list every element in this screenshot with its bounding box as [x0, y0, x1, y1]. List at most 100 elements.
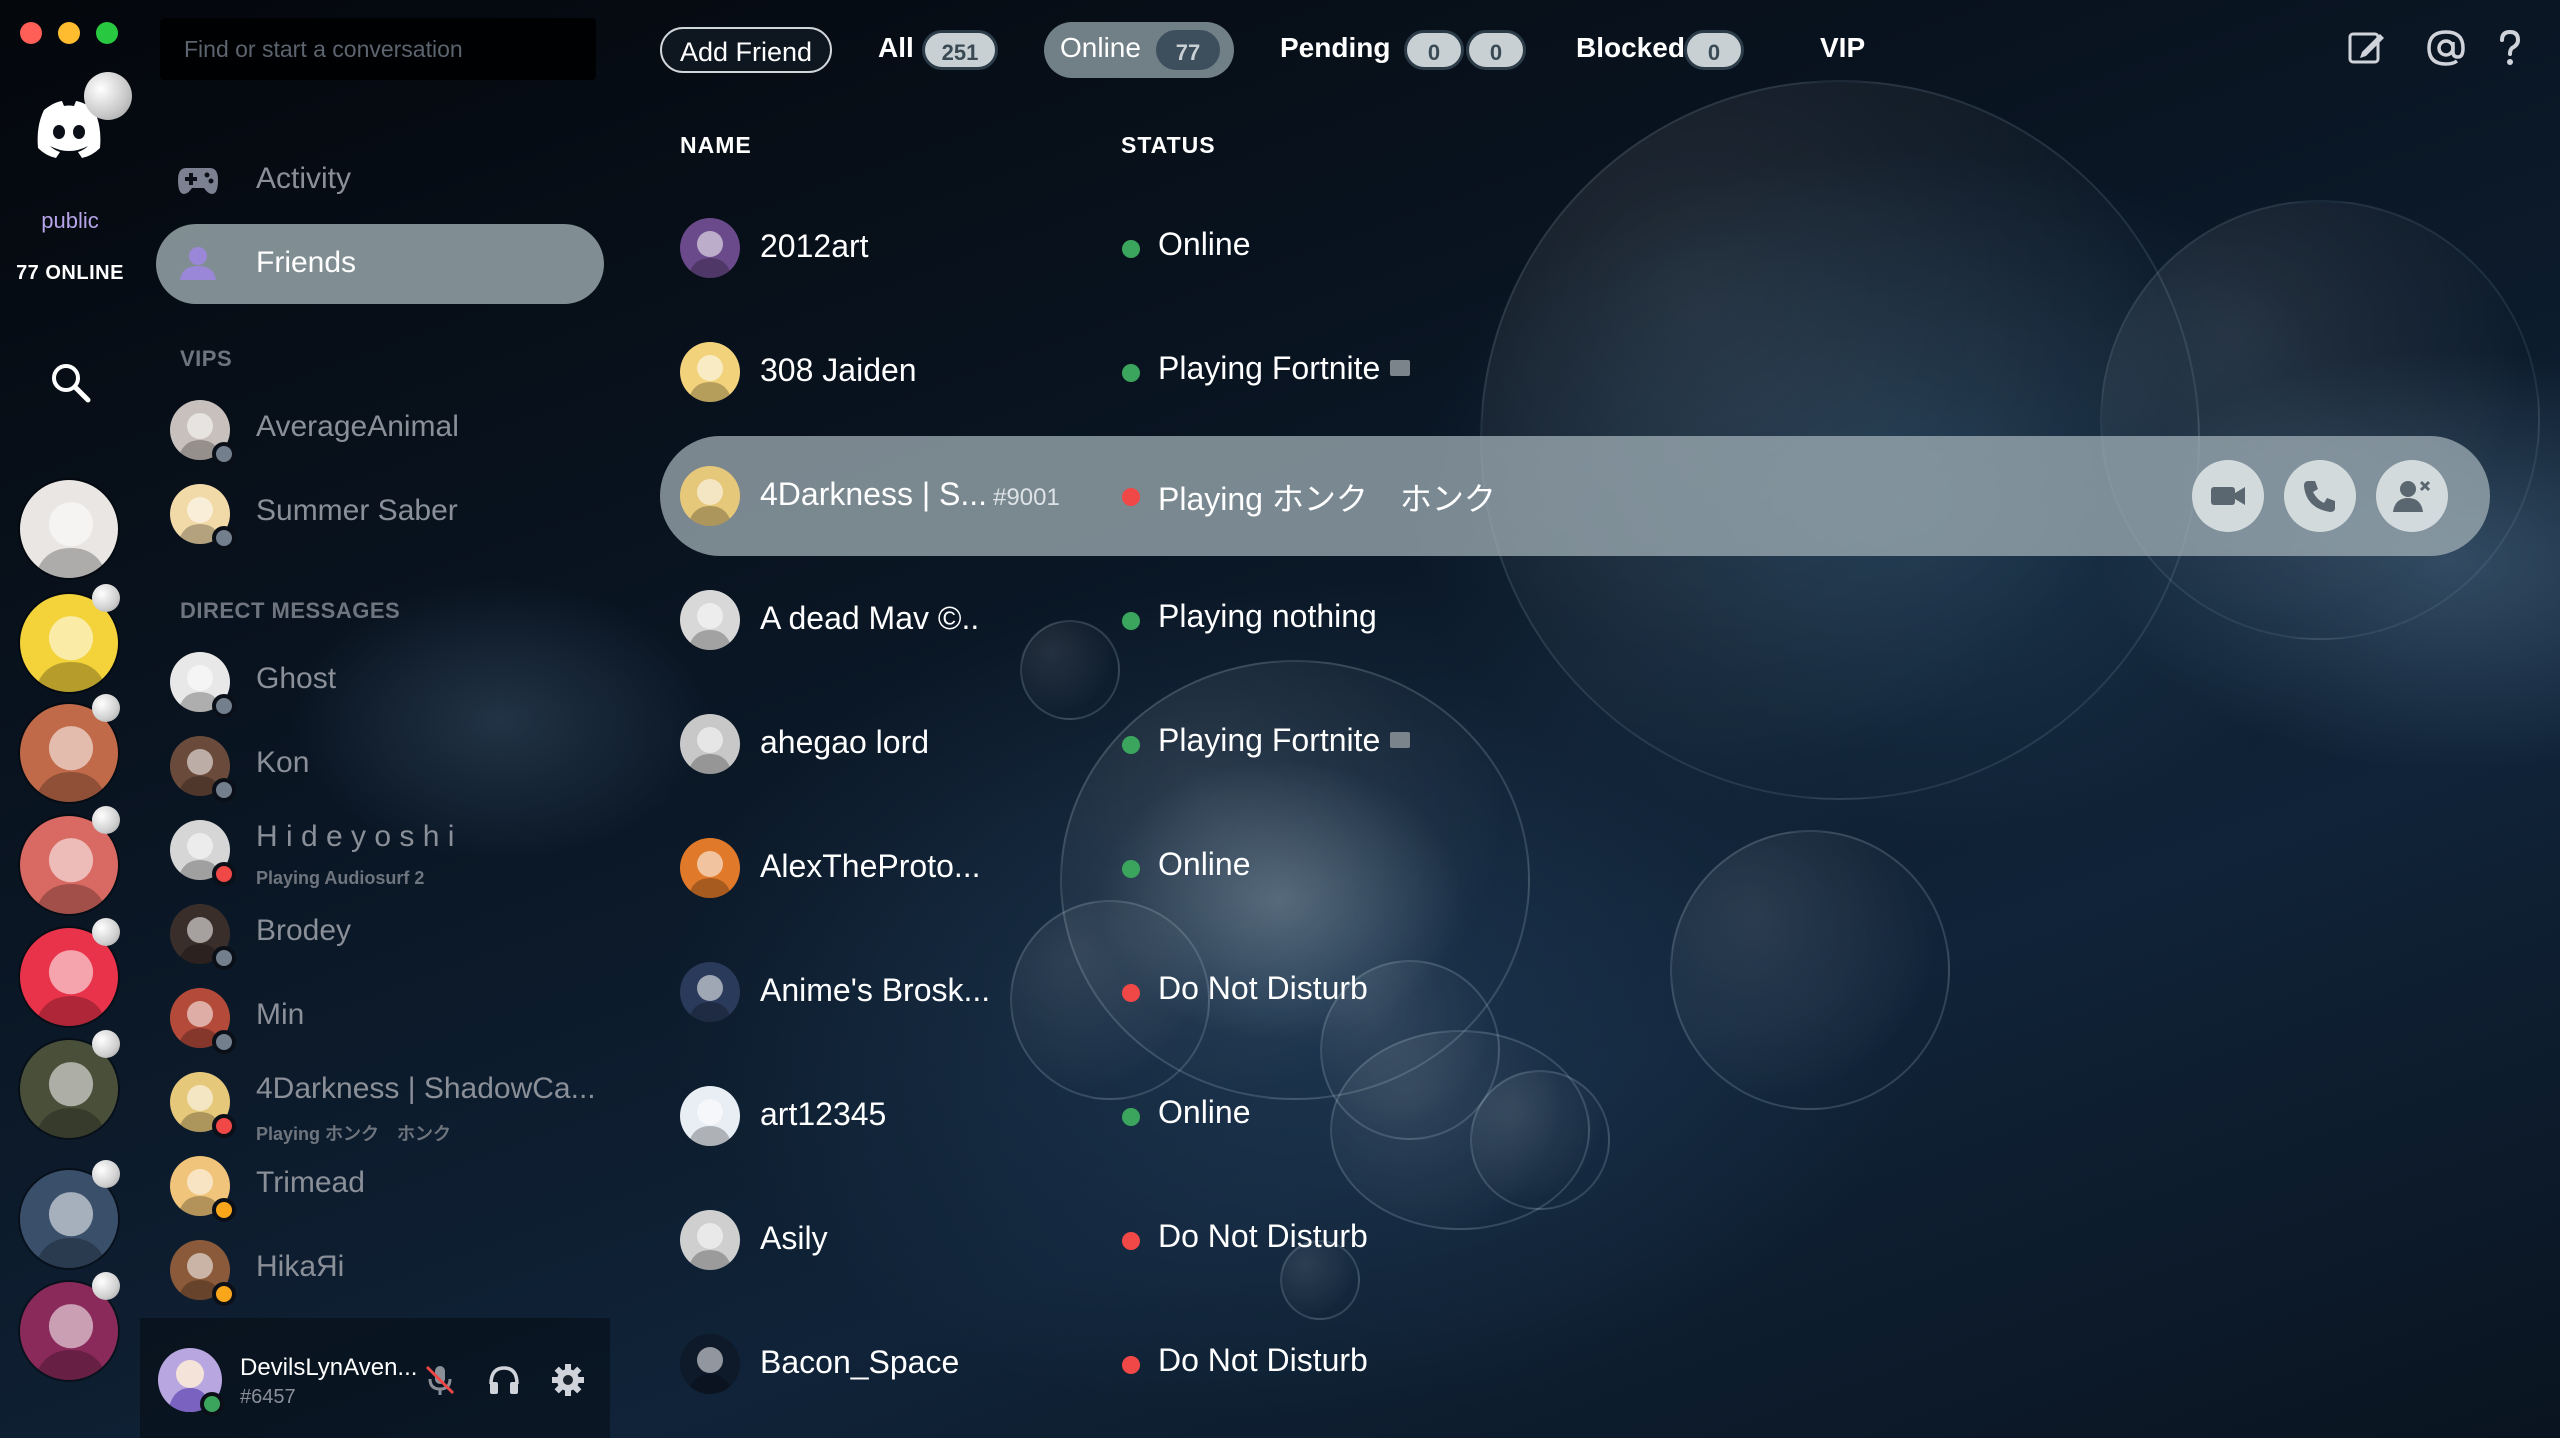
status-dot [1122, 488, 1140, 506]
friend-name: 308 Jaiden [760, 352, 917, 389]
friend-status: Online [1158, 846, 1251, 883]
server-icon[interactable] [18, 478, 120, 580]
new-group-dm-icon[interactable] [2346, 28, 2386, 68]
status-indicator [212, 442, 236, 466]
friend-username: art12345 [760, 1096, 887, 1132]
friend-name: 2012art [760, 228, 869, 265]
dm-name: Kon [256, 746, 310, 779]
friend-username: A dead Mav ©.. [760, 600, 980, 636]
server-notification-dot [92, 584, 120, 612]
friend-row[interactable]: Anime's Brosk... Do Not Disturb [660, 932, 2490, 1052]
rich-presence-icon[interactable] [1390, 731, 1411, 748]
friend-status-text: Playing nothing [1158, 598, 1377, 634]
dm-item[interactable]: HikaЯi [170, 1234, 600, 1310]
dm-item[interactable]: Kon [170, 730, 600, 806]
tab-vip[interactable]: VIP [1820, 18, 1880, 78]
dm-name: 4Darkness | ShadowCa... [256, 1072, 596, 1105]
nav-activity-label: Activity [256, 162, 352, 195]
help-icon[interactable] [2490, 28, 2530, 68]
avatar [680, 342, 740, 402]
dm-item[interactable]: Ghost [170, 646, 600, 722]
server-notification-dot [92, 1160, 120, 1188]
friends-icon [176, 244, 220, 284]
vip-item[interactable]: AverageAnimal [170, 394, 600, 470]
headphones-icon[interactable] [486, 1362, 522, 1398]
tab-all-count: 251 [922, 30, 998, 70]
status-indicator [212, 778, 236, 802]
vip-item[interactable]: Summer Saber [170, 478, 600, 554]
friend-row[interactable]: 308 Jaiden Playing Fortnite [660, 312, 2490, 432]
friend-status: Playing ホンク ホンク [1158, 474, 1496, 520]
status-indicator [212, 694, 236, 718]
status-indicator [212, 1030, 236, 1054]
tab-pending-incoming-count: 0 [1404, 30, 1464, 70]
tab-all[interactable]: All 251 [878, 18, 998, 78]
friend-username: Bacon_Space [760, 1344, 960, 1380]
dm-item[interactable]: 4Darkness | ShadowCa... Playing ホンク ホンク [170, 1066, 600, 1144]
nav-activity[interactable]: Activity [156, 140, 604, 220]
status-dot [1122, 1108, 1140, 1126]
search-icon[interactable] [48, 360, 92, 404]
friend-name: ahegao lord [760, 724, 929, 761]
dm-name: Min [256, 998, 305, 1031]
friend-username: 2012art [760, 228, 869, 264]
friend-row[interactable]: art12345 Online [660, 1056, 2490, 1176]
mute-microphone-icon[interactable] [422, 1362, 458, 1398]
search-input[interactable] [160, 18, 596, 80]
voice-call-button[interactable] [2284, 460, 2356, 532]
friend-username: Anime's Brosk... [760, 972, 991, 1008]
status-dot [1122, 364, 1140, 382]
friend-row[interactable]: ahegao lord Playing Fortnite [660, 684, 2490, 804]
settings-gear-icon[interactable] [550, 1362, 586, 1398]
remove-friend-button[interactable] [2376, 460, 2448, 532]
friend-username: AlexTheProto... [760, 848, 981, 884]
status-indicator [212, 946, 236, 970]
avatar [680, 218, 740, 278]
friend-row[interactable]: 4Darkness | S... #9001 Playing ホンク ホンク [660, 436, 2490, 556]
add-friend-button[interactable]: Add Friend [660, 27, 832, 73]
friend-status-text: Do Not Disturb [1158, 1342, 1368, 1378]
friend-name: Asily [760, 1220, 828, 1257]
tab-all-label: All [878, 32, 914, 63]
friend-username: ahegao lord [760, 724, 930, 760]
mention-icon[interactable] [2426, 28, 2466, 68]
status-dot [1122, 612, 1140, 630]
friend-name: 4Darkness | S... #9001 [760, 476, 1060, 513]
friend-row[interactable]: 2012art Online [660, 188, 2490, 308]
vips-header: VIPS [180, 346, 233, 371]
status-indicator [212, 1282, 236, 1306]
server-notification-dot [92, 694, 120, 722]
tab-online-count: 77 [1156, 30, 1220, 70]
friend-row[interactable]: A dead Mav ©.. Playing nothing [660, 560, 2490, 680]
tab-online[interactable]: Online 77 [1060, 18, 1230, 78]
tab-blocked[interactable]: Blocked 0 [1576, 18, 1756, 78]
status-column-header[interactable]: STATUS [1121, 132, 1216, 159]
dm-item[interactable]: H i d e y o s h i Playing Audiosurf 2 [170, 814, 600, 890]
friend-row[interactable]: Bacon_Space Do Not Disturb [660, 1304, 2490, 1424]
friend-row[interactable]: Asily Do Not Disturb [660, 1180, 2490, 1300]
dm-item[interactable]: Trimead [170, 1150, 600, 1226]
vip-name: AverageAnimal [256, 410, 459, 443]
server-notification-dot [92, 918, 120, 946]
friend-status-text: Online [1158, 226, 1251, 262]
tab-pending-outgoing-count: 0 [1466, 30, 1526, 70]
friend-username: 308 Jaiden [760, 352, 917, 388]
friend-row[interactable]: AlexTheProto... Online [660, 808, 2490, 928]
friend-name: art12345 [760, 1096, 886, 1133]
dm-item[interactable]: Min [170, 982, 600, 1058]
friend-name: A dead Mav ©.. [760, 600, 979, 637]
status-dot [1122, 736, 1140, 754]
avatar [680, 466, 740, 526]
video-call-button[interactable] [2192, 460, 2264, 532]
server-rail: public 77 ONLINE [0, 0, 140, 1438]
friend-status: Online [1158, 226, 1251, 263]
server-notification-dot [92, 1030, 120, 1058]
discord-app-window: public 77 ONLINE Activity [0, 0, 2560, 1438]
rich-presence-icon[interactable] [1390, 359, 1411, 376]
name-column-header[interactable]: NAME [680, 132, 752, 159]
dm-item[interactable]: Brodey [170, 898, 600, 974]
nav-friends[interactable]: Friends [156, 224, 604, 304]
avatar [680, 838, 740, 898]
tab-pending[interactable]: Pending 0 0 [1280, 18, 1526, 78]
friend-status-text: Playing Fortnite [1158, 350, 1381, 386]
